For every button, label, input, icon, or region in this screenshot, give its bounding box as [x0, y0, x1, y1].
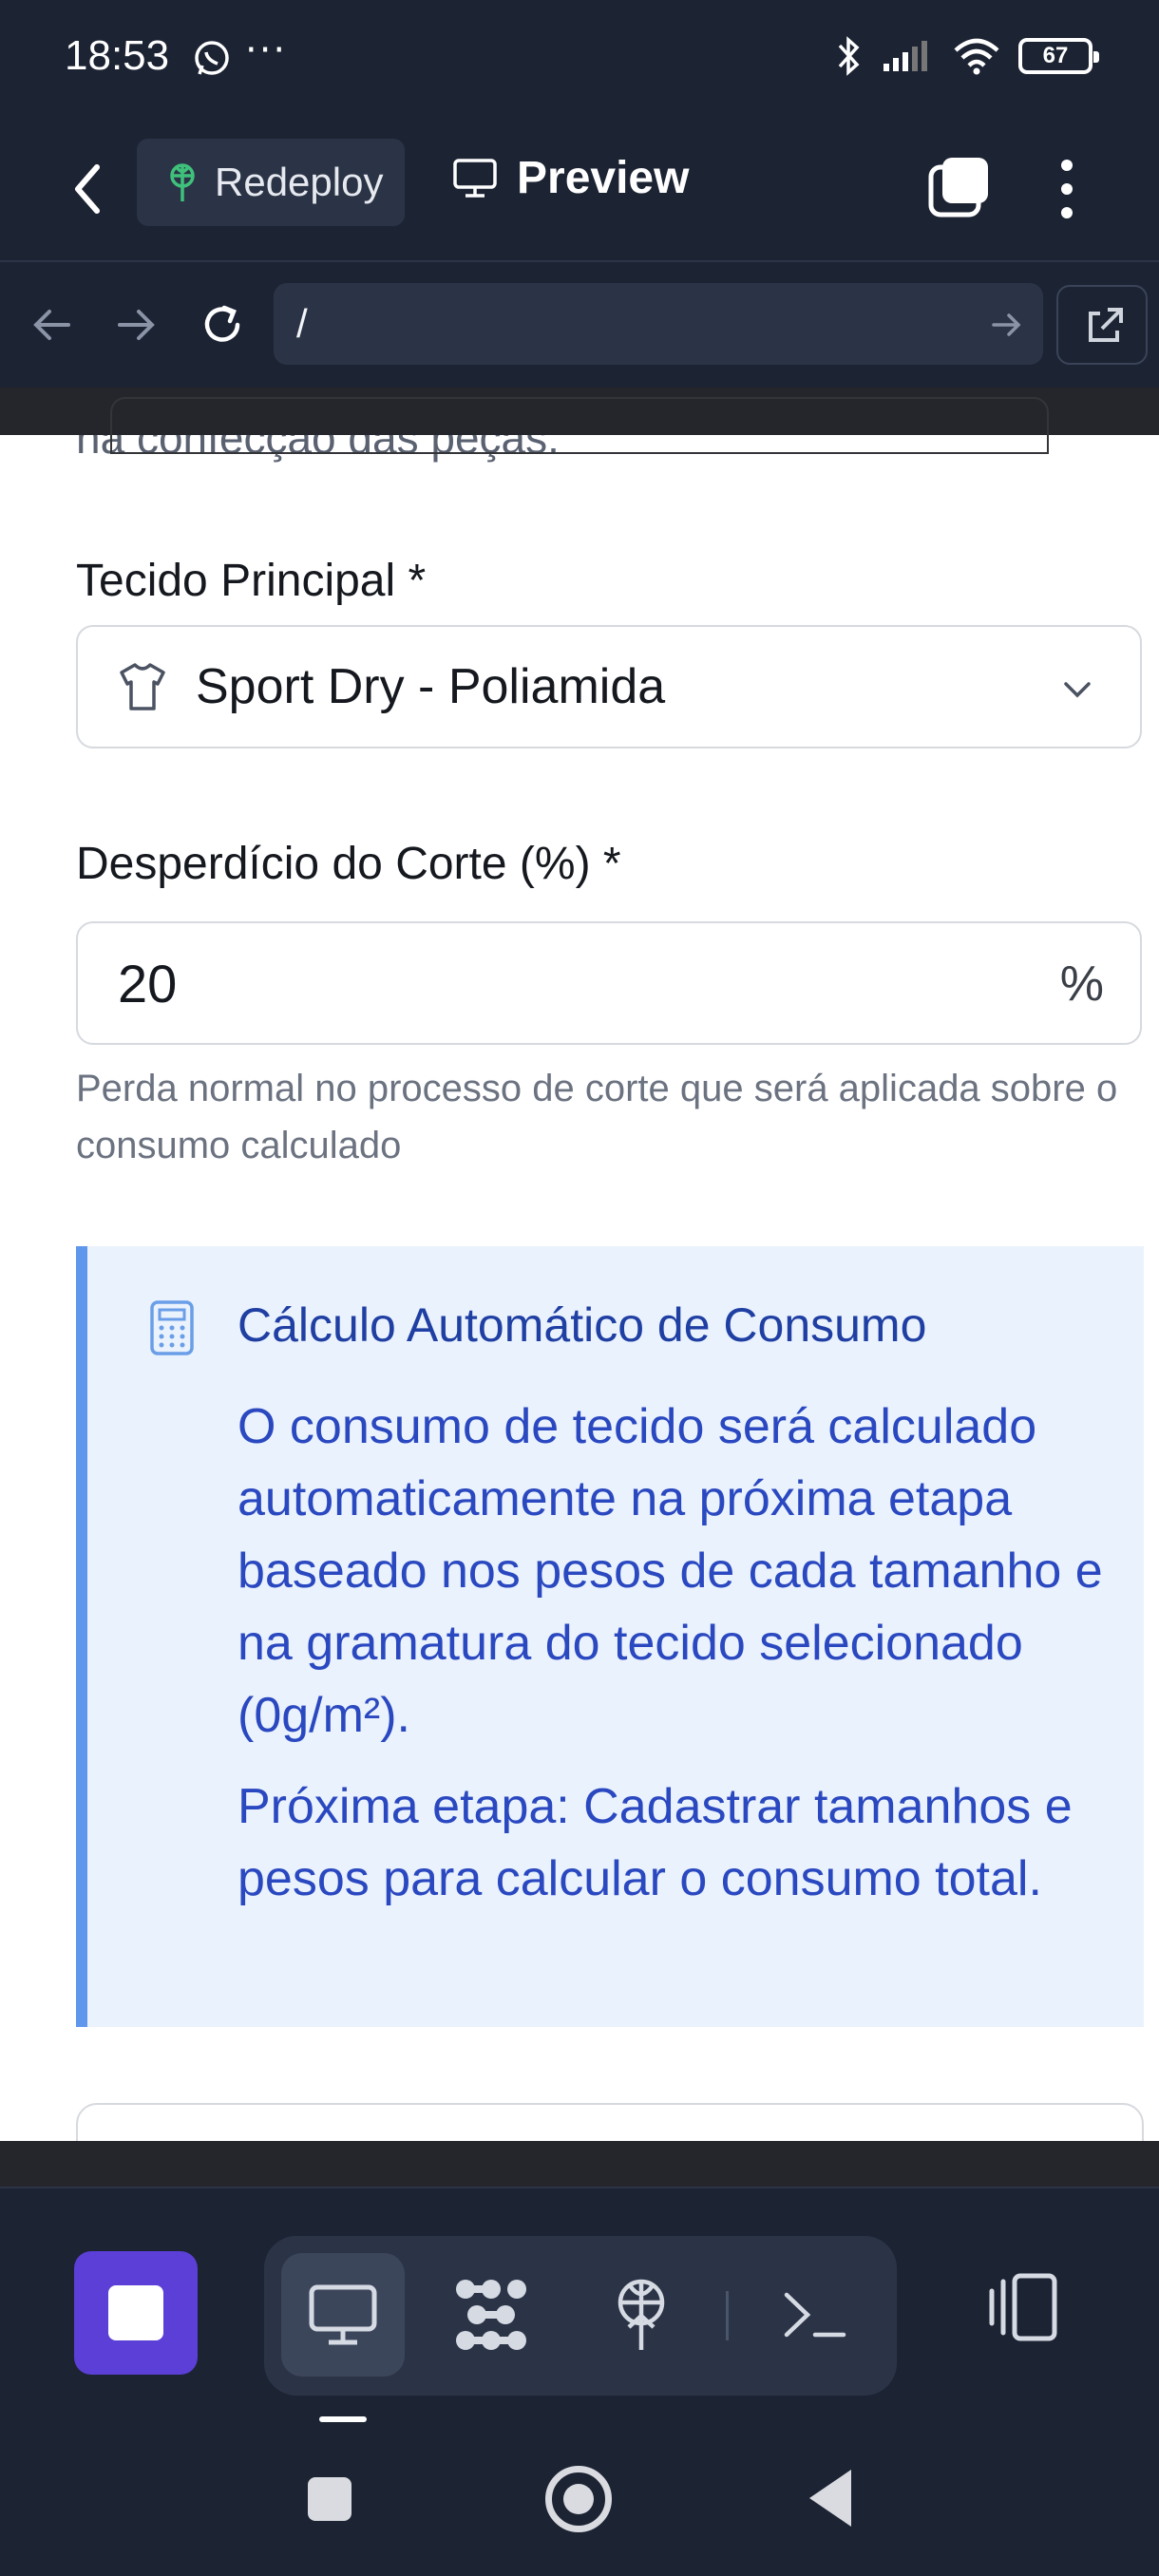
external-link-icon [1089, 308, 1123, 342]
status-bar: 18:53 ··· 67 [0, 0, 1159, 114]
layout-toggle-icon[interactable] [982, 2268, 1064, 2350]
active-tab-indicator [319, 2416, 367, 2422]
chevron-down-icon [1064, 682, 1091, 698]
waste-help-text: Perda normal no processo de corte que se… [76, 1068, 1118, 1166]
preview-label: Preview [517, 153, 690, 203]
more-options-icon[interactable] [1053, 156, 1081, 222]
info-body: O consumo de tecido será calculado autom… [238, 1399, 1103, 1743]
tool-switcher [264, 2236, 897, 2396]
redeploy-button[interactable]: Redeploy [137, 139, 405, 226]
toolbar-separator [726, 2291, 729, 2340]
more-notifications-icon: ··· [245, 28, 288, 72]
url-input[interactable]: / [274, 283, 1043, 365]
fabric-select[interactable]: Sport Dry - Poliamida [76, 625, 1142, 748]
waste-input[interactable]: 20 % [76, 921, 1142, 1045]
stop-button[interactable] [74, 2251, 198, 2375]
go-arrow-icon[interactable] [988, 306, 1026, 344]
preview-top-overlay [0, 388, 1159, 454]
web-preview: na confecção das peças. Tecido Principal… [0, 388, 1159, 2141]
tabs-icon[interactable] [927, 156, 990, 218]
battery-indicator: 67 [1018, 38, 1099, 74]
next-section-card [76, 2103, 1144, 2141]
browser-toolbar: / [0, 264, 1159, 388]
overlay-card [110, 397, 1049, 454]
stop-icon [108, 2285, 163, 2340]
info-box: Cálculo Automático de Consumo O consumo … [76, 1246, 1144, 2027]
fabric-label: Tecido Principal * [76, 556, 427, 606]
battery-level: 67 [1042, 43, 1069, 68]
info-next-step: Próxima etapa: Cadastrar tamanhos e peso… [238, 1779, 1073, 1906]
bluetooth-icon [838, 36, 860, 76]
info-title: Cálculo Automático de Consumo [238, 1298, 927, 1352]
monitor-icon [453, 158, 497, 198]
refresh-icon[interactable] [196, 298, 249, 351]
app-header: Redeploy Preview [0, 114, 1159, 262]
wifi-icon [954, 38, 999, 75]
deploy-icon[interactable] [600, 2274, 682, 2356]
system-back-button[interactable] [809, 2470, 851, 2527]
terminal-icon[interactable] [773, 2274, 855, 2356]
preview-tab[interactable]: Preview [452, 152, 689, 204]
url-text: / [296, 301, 308, 346]
waste-value: 20 [118, 953, 178, 1013]
clock: 18:53 [65, 32, 170, 79]
preview-tool-tab[interactable] [281, 2253, 405, 2377]
home-button[interactable] [545, 2466, 612, 2532]
open-external-button[interactable] [1056, 285, 1148, 365]
monitor-icon [309, 2284, 377, 2345]
preview-bottom-border [0, 2141, 1159, 2187]
redeploy-label: Redeploy [215, 160, 384, 204]
bottom-toolbar [0, 2187, 1159, 2424]
fabric-value: Sport Dry - Poliamida [196, 659, 666, 714]
system-navigation-bar [0, 2424, 1159, 2576]
arrow-left-icon[interactable] [25, 298, 78, 351]
signal-icon [884, 41, 927, 71]
back-arrow-icon[interactable] [61, 156, 118, 222]
recents-button[interactable] [308, 2477, 352, 2521]
calculator-icon [150, 1300, 194, 1355]
shirt-icon [120, 663, 165, 710]
waste-label: Desperdício do Corte (%) * [76, 839, 621, 889]
agent-icon[interactable] [450, 2274, 532, 2356]
whatsapp-icon [195, 41, 229, 75]
redeploy-icon [170, 163, 195, 201]
percent-suffix: % [1059, 957, 1104, 1012]
arrow-right-icon[interactable] [110, 298, 163, 351]
